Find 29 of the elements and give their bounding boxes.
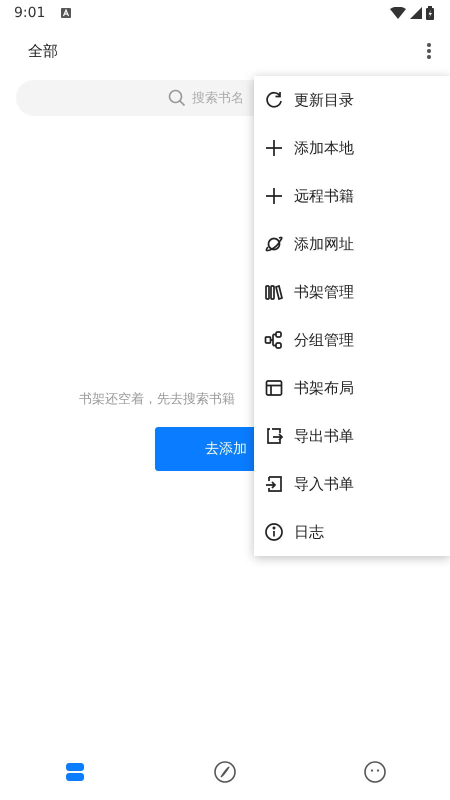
wifi-icon	[390, 7, 406, 19]
bookshelf-icon[interactable]	[63, 760, 87, 784]
menu-item[interactable]: 远程书籍	[254, 172, 450, 220]
shelf-title[interactable]: 全部	[28, 42, 58, 60]
empty-message: 书架还空着，先去搜索书籍	[78, 391, 235, 408]
nodes-icon	[264, 330, 284, 350]
info-icon	[264, 522, 284, 542]
menu-item[interactable]: 添加本地	[254, 124, 450, 172]
plus-icon	[264, 138, 284, 158]
search-icon	[168, 89, 186, 107]
import-icon	[264, 474, 284, 494]
layout-icon	[264, 378, 284, 398]
bookshelf-icon	[264, 282, 284, 302]
refresh-icon	[264, 90, 284, 110]
battery-icon	[426, 6, 434, 20]
status-time: 9:01	[14, 5, 46, 21]
planet-icon	[264, 234, 284, 254]
menu-item[interactable]: 分组管理	[254, 316, 450, 364]
signal-icon	[410, 7, 422, 19]
menu-item[interactable]: 添加网址	[254, 220, 450, 268]
notification-icon	[61, 8, 72, 18]
menu-item[interactable]: 日志	[254, 508, 450, 556]
menu-item[interactable]: 书架布局	[254, 364, 450, 412]
compass-icon[interactable]	[213, 760, 237, 784]
more-icon[interactable]	[426, 42, 432, 60]
plus-icon	[264, 186, 284, 206]
menu-item[interactable]: 书架管理	[254, 268, 450, 316]
face-icon[interactable]	[363, 760, 387, 784]
export-icon	[264, 426, 284, 446]
